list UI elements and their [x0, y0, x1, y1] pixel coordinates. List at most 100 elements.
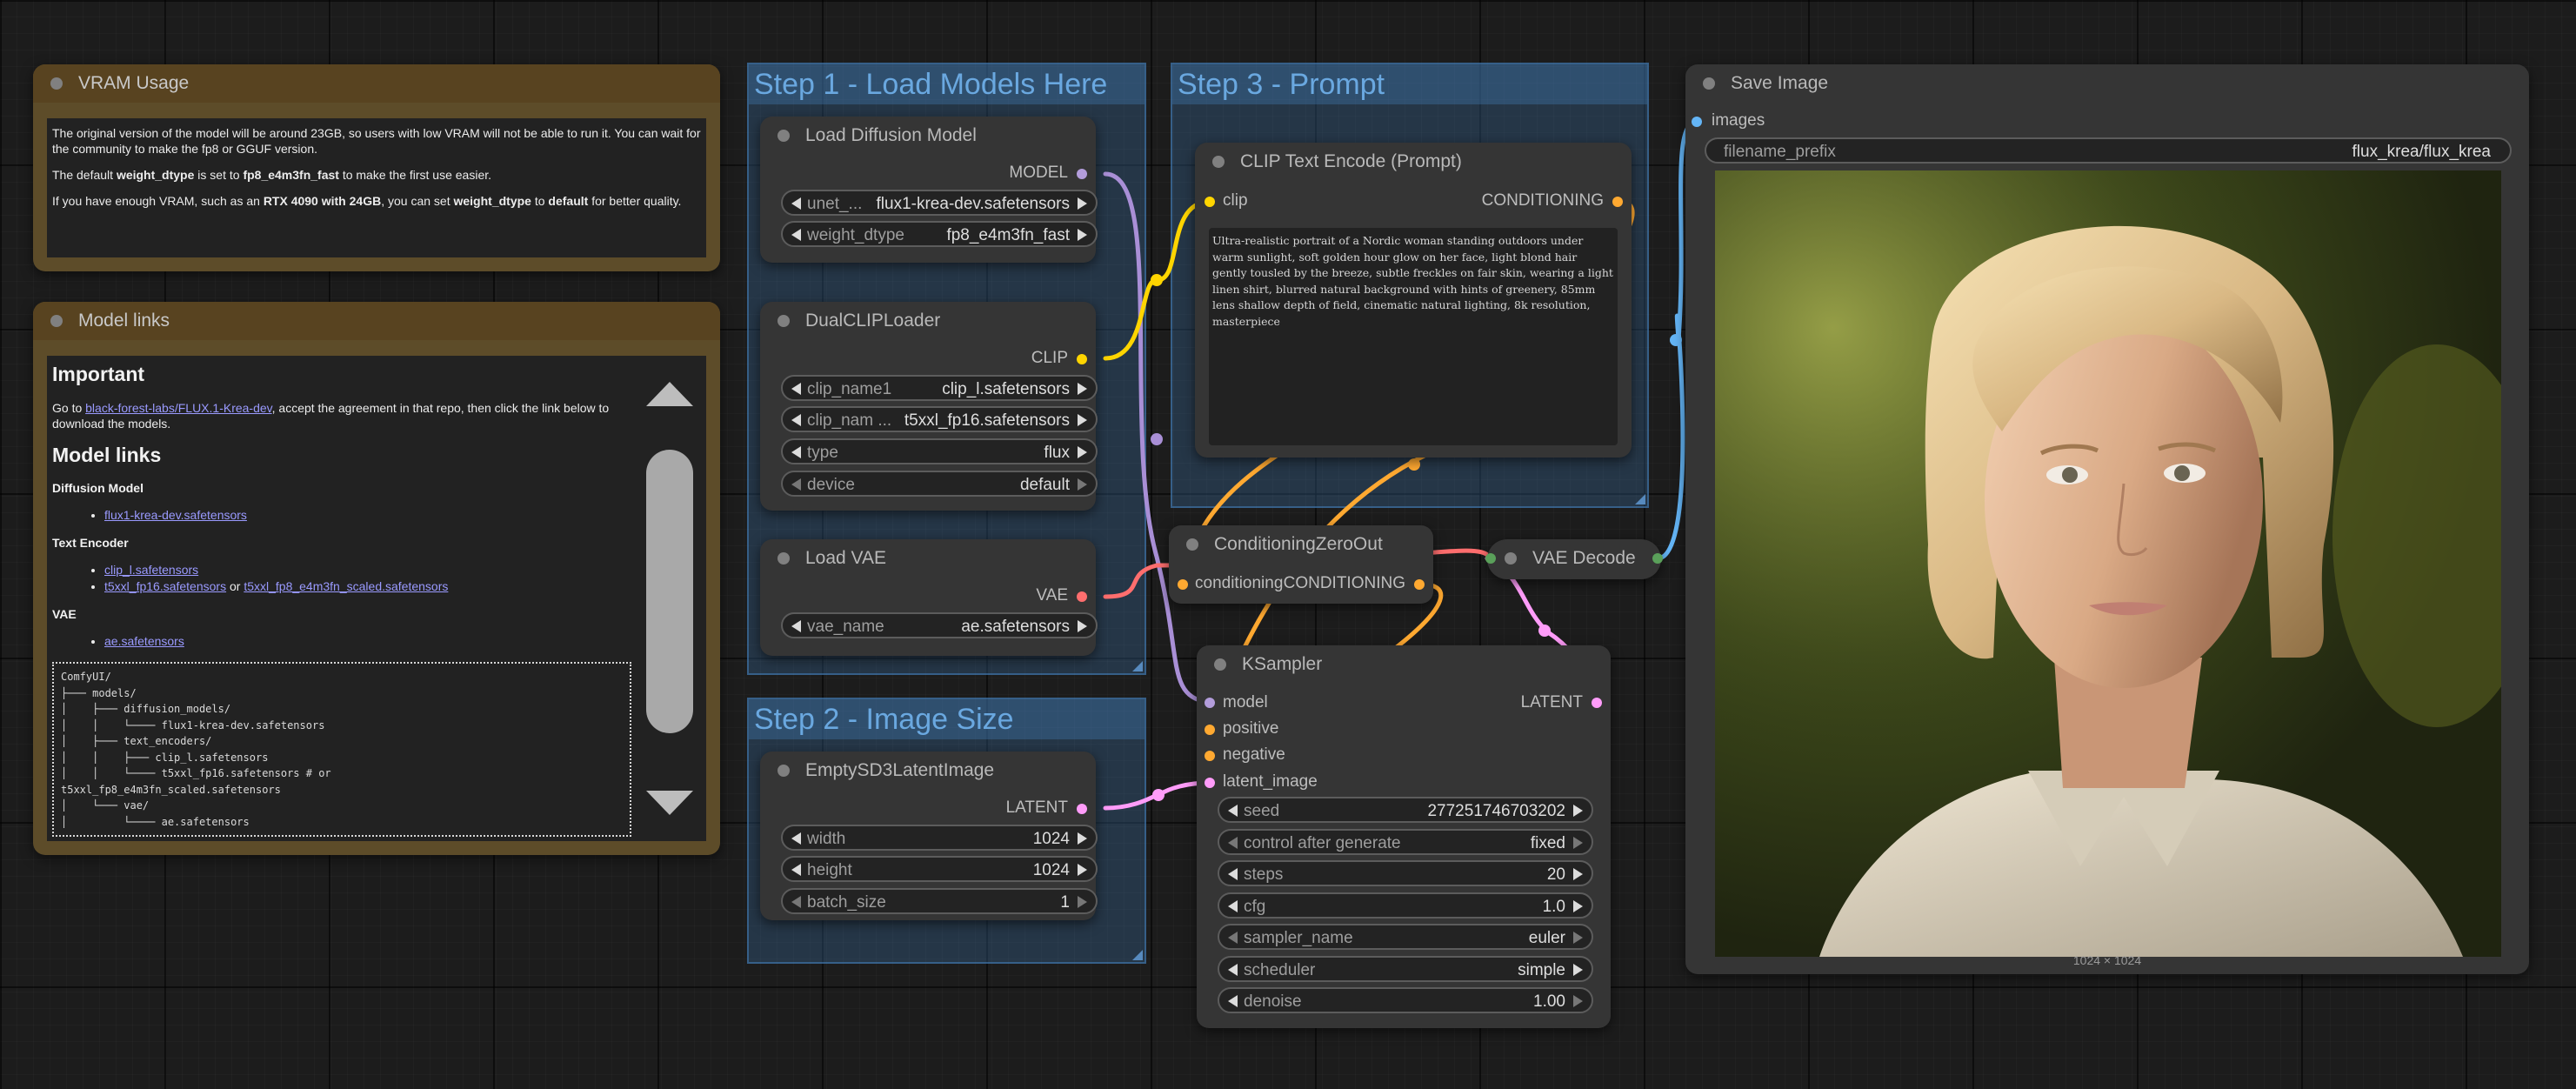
collapse-dot-icon[interactable]	[50, 77, 63, 90]
reroute-model[interactable]	[1151, 433, 1163, 445]
save-image-node[interactable]: Save Image images filename_prefix flux_kr…	[1685, 64, 2529, 974]
scrollbar-thumb[interactable]	[646, 450, 693, 733]
arrow-right-icon[interactable]	[1078, 864, 1087, 876]
node-title[interactable]: VAE Decode	[1487, 539, 1661, 578]
unet-name-combo[interactable]: unet_... flux1-krea-dev.safetensors	[781, 190, 1098, 216]
arrow-right-icon[interactable]	[1078, 229, 1087, 241]
arrow-right-icon[interactable]	[1573, 900, 1583, 912]
output-slot-model[interactable]	[1077, 169, 1087, 179]
arrow-left-icon[interactable]	[791, 832, 801, 845]
vram-usage-note[interactable]: VRAM Usage The original version of the m…	[33, 64, 720, 271]
node-title[interactable]: CLIP Text Encode (Prompt)	[1195, 143, 1632, 181]
input-slot-latent[interactable]	[1205, 778, 1215, 788]
arrow-right-icon[interactable]	[1078, 197, 1087, 210]
arrow-left-icon[interactable]	[791, 414, 801, 426]
diffusion-model-link[interactable]: flux1-krea-dev.safetensors	[104, 508, 247, 522]
t5xxl-fp16-link[interactable]: t5xxl_fp16.safetensors	[104, 579, 226, 593]
collapse-dot-icon[interactable]	[1505, 552, 1517, 565]
group-resize-handle[interactable]	[1132, 950, 1143, 960]
output-slot-conditioning[interactable]	[1612, 197, 1623, 207]
arrow-left-icon[interactable]	[791, 383, 801, 395]
reroute-latent[interactable]	[1152, 789, 1165, 801]
input-slot-positive[interactable]	[1205, 725, 1215, 735]
arrow-left-icon[interactable]	[1228, 900, 1238, 912]
note-title[interactable]: Model links	[33, 302, 720, 340]
node-title[interactable]: Load VAE	[760, 539, 1096, 578]
collapse-dot-icon[interactable]	[777, 765, 790, 777]
filename-prefix-text[interactable]: filename_prefix flux_krea/flux_krea	[1705, 137, 2512, 164]
clip-name1-combo[interactable]: clip_name1 clip_l.safetensors	[781, 375, 1098, 401]
arrow-left-icon[interactable]	[1228, 932, 1238, 944]
arrow-left-icon[interactable]	[1228, 805, 1238, 817]
steps-number[interactable]: steps 20	[1218, 860, 1593, 886]
arrow-right-icon[interactable]	[1078, 478, 1087, 491]
prompt-textarea[interactable]: Ultra-realistic portrait of a Nordic wom…	[1209, 228, 1618, 445]
collapse-dot-icon[interactable]	[777, 130, 790, 142]
model-links-note[interactable]: Model links Important Go to black-forest…	[33, 302, 720, 855]
group-resize-handle[interactable]	[1132, 661, 1143, 671]
arrow-left-icon[interactable]	[1228, 868, 1238, 880]
device-combo[interactable]: device default	[781, 471, 1098, 497]
arrow-left-icon[interactable]	[791, 864, 801, 876]
arrow-right-icon[interactable]	[1573, 932, 1583, 944]
arrow-left-icon[interactable]	[791, 229, 801, 241]
denoise-number[interactable]: denoise 1.00	[1218, 987, 1593, 1013]
arrow-right-icon[interactable]	[1573, 805, 1583, 817]
vram-note-body[interactable]: The original version of the model will b…	[47, 118, 706, 257]
batch-size-number[interactable]: batch_size 1	[781, 888, 1098, 914]
vae-decode-node[interactable]: VAE Decode	[1485, 539, 1663, 579]
note-scrollbar[interactable]	[633, 356, 706, 841]
collapse-dot-icon[interactable]	[1703, 77, 1715, 90]
arrow-right-icon[interactable]	[1573, 964, 1583, 976]
height-number[interactable]: height 1024	[781, 856, 1098, 882]
clip-name2-combo[interactable]: clip_nam ... t5xxl_fp16.safetensors	[781, 406, 1098, 432]
reroute-image[interactable]	[1670, 334, 1682, 346]
control-after-generate-combo[interactable]: control after generate fixed	[1218, 829, 1593, 855]
arrow-right-icon[interactable]	[1573, 868, 1583, 880]
node-title[interactable]: KSampler	[1197, 645, 1611, 684]
arrow-left-icon[interactable]	[791, 896, 801, 908]
collapse-dot-icon[interactable]	[50, 315, 63, 327]
dual-clip-loader-node[interactable]: DualCLIPLoader CLIP clip_name1 clip_l.saf…	[760, 302, 1098, 511]
arrow-right-icon[interactable]	[1078, 896, 1087, 908]
note-title[interactable]: VRAM Usage	[33, 64, 720, 103]
arrow-left-icon[interactable]	[791, 197, 801, 210]
arrow-left-icon[interactable]	[1228, 964, 1238, 976]
node-title[interactable]: Save Image	[1685, 64, 2529, 103]
output-slot-image[interactable]	[1652, 553, 1663, 564]
input-slot-clip[interactable]	[1205, 197, 1215, 207]
load-diffusion-model-node[interactable]: Load Diffusion Model MODEL unet_... flux1…	[760, 117, 1098, 263]
collapse-dot-icon[interactable]	[777, 315, 790, 327]
t5xxl-fp8-link[interactable]: t5xxl_fp8_e4m3fn_scaled.safetensors	[244, 579, 448, 593]
sampler-name-combo[interactable]: sampler_name euler	[1218, 924, 1593, 950]
reroute-clip[interactable]	[1151, 274, 1163, 286]
input-slot-model[interactable]	[1205, 698, 1215, 708]
arrow-left-icon[interactable]	[1228, 837, 1238, 849]
empty-sd3-latent-image-node[interactable]: EmptySD3LatentImage LATENT width 1024 hei…	[760, 752, 1098, 920]
arrow-right-icon[interactable]	[1078, 383, 1087, 395]
node-title[interactable]: Load Diffusion Model	[760, 117, 1096, 155]
arrow-left-icon[interactable]	[791, 620, 801, 632]
collapse-dot-icon[interactable]	[777, 552, 790, 565]
clip-text-encode-node[interactable]: CLIP Text Encode (Prompt) clip CONDITION…	[1195, 143, 1632, 458]
seed-number[interactable]: seed 277251746703202	[1218, 797, 1593, 823]
output-slot-vae[interactable]	[1077, 591, 1087, 602]
scroll-down-arrow-icon[interactable]	[646, 791, 693, 815]
input-slot-conditioning[interactable]	[1178, 579, 1188, 590]
arrow-right-icon[interactable]	[1078, 414, 1087, 426]
model-links-body[interactable]: Important Go to black-forest-labs/FLUX.1…	[47, 356, 637, 841]
type-combo[interactable]: type flux	[781, 438, 1098, 464]
vae-link[interactable]: ae.safetensors	[104, 634, 184, 648]
vae-name-combo[interactable]: vae_name ae.safetensors	[781, 612, 1098, 638]
arrow-right-icon[interactable]	[1078, 446, 1087, 458]
arrow-right-icon[interactable]	[1078, 620, 1087, 632]
ksampler-node[interactable]: KSampler model positive negative latent_…	[1197, 645, 1611, 1028]
arrow-left-icon[interactable]	[791, 478, 801, 491]
cfg-number[interactable]: cfg 1.0	[1218, 892, 1593, 919]
node-title[interactable]: EmptySD3LatentImage	[760, 752, 1096, 790]
node-title[interactable]: ConditioningZeroOut	[1169, 525, 1433, 564]
arrow-right-icon[interactable]	[1573, 837, 1583, 849]
clip-l-link[interactable]: clip_l.safetensors	[104, 563, 198, 577]
collapse-dot-icon[interactable]	[1212, 156, 1225, 168]
hf-repo-link[interactable]: black-forest-labs/FLUX.1-Krea-dev	[85, 401, 271, 415]
